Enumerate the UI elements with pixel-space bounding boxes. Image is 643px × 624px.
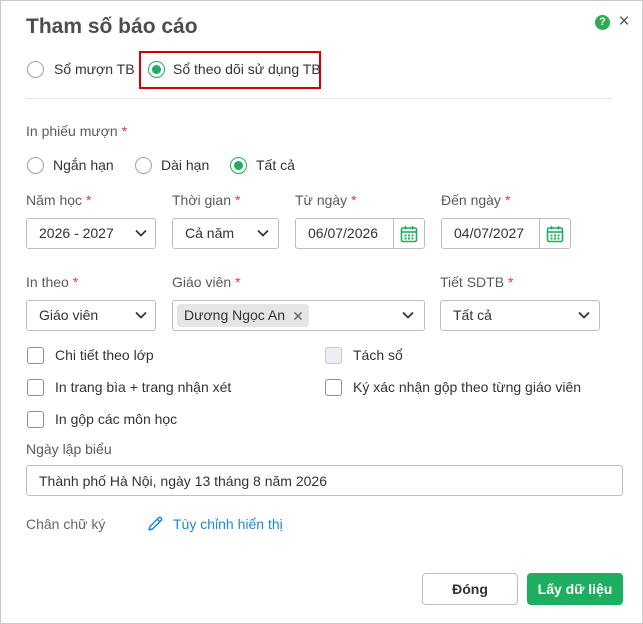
chevron-down-icon <box>402 311 414 319</box>
close-icon[interactable]: × <box>615 12 633 32</box>
customize-display-link[interactable]: Tùy chỉnh hiển thị <box>173 515 283 533</box>
radio-so-muon-tb[interactable] <box>27 61 44 78</box>
print-by-label: In theo * <box>26 273 78 291</box>
lesson-count-label-text: Tiết SDTB <box>440 274 505 290</box>
teacher-chip-label: Dương Ngọc An <box>184 307 286 323</box>
required-mark: * <box>235 274 241 290</box>
checkbox-label-ky-xac-nhan-gop[interactable]: Ký xác nhận gộp theo từng giáo viên <box>353 378 581 396</box>
required-mark: * <box>351 192 357 208</box>
radio-label-dai-han[interactable]: Dài hạn <box>161 156 209 174</box>
to-date-calendar-button[interactable] <box>539 219 570 248</box>
period-select[interactable]: Cả năm <box>172 218 279 249</box>
from-date-calendar-button[interactable] <box>393 219 424 248</box>
print-by-value: Giáo viên <box>39 307 99 323</box>
required-mark: * <box>508 274 514 290</box>
required-mark: * <box>72 274 79 290</box>
chevron-down-icon <box>135 229 147 237</box>
teacher-label: Giáo viên * <box>172 273 241 291</box>
to-date-label: Đến ngày * <box>441 191 510 209</box>
checkbox-chi-tiet-theo-lop[interactable] <box>27 347 44 364</box>
from-date-value: 06/07/2026 <box>308 225 379 241</box>
pencil-icon[interactable] <box>147 515 164 532</box>
report-date-input[interactable] <box>26 465 623 496</box>
print-by-select[interactable]: Giáo viên <box>26 300 156 331</box>
checkbox-in-gop-mon-hoc[interactable] <box>27 411 44 428</box>
radio-label-ngan-han[interactable]: Ngắn hạn <box>53 156 114 174</box>
radio-ngan-han[interactable] <box>27 157 44 174</box>
radio-so-theo-doi-su-dung-tb[interactable] <box>148 61 165 78</box>
checkbox-tach-so[interactable] <box>325 347 342 364</box>
dialog-title: Tham số báo cáo <box>26 15 198 38</box>
chevron-down-icon <box>578 311 590 319</box>
school-year-label: Năm học * <box>26 191 91 209</box>
required-mark: * <box>504 192 511 208</box>
loan-slip-label: In phiếu mượn * <box>26 122 127 140</box>
from-date-label: Từ ngày * <box>295 191 357 209</box>
chevron-down-icon <box>135 311 147 319</box>
report-date-label: Ngày lập biểu <box>26 441 112 457</box>
print-by-label-text: In theo <box>26 274 69 290</box>
checkbox-in-trang-bia[interactable] <box>27 379 44 396</box>
school-year-value: 2026 - 2027 <box>39 225 114 241</box>
lesson-count-label: Tiết SDTB * <box>440 273 514 291</box>
period-label-text: Thời gian <box>172 192 231 208</box>
checkbox-ky-xac-nhan-gop[interactable] <box>325 379 342 396</box>
divider <box>26 98 612 99</box>
lesson-count-value: Tất cả <box>453 307 492 323</box>
checkbox-label-in-trang-bia[interactable]: In trang bìa + trang nhận xét <box>55 378 231 396</box>
period-value: Cả năm <box>185 225 235 241</box>
to-date-label-text: Đến ngày <box>441 192 501 208</box>
radio-label-so-muon-tb[interactable]: Sổ mượn TB <box>54 60 135 78</box>
lesson-count-select[interactable]: Tất cả <box>440 300 600 331</box>
radio-label-so-theo-doi-su-dung-tb[interactable]: Sổ theo dõi sử dụng TB <box>173 60 321 78</box>
checkbox-label-chi-tiet-theo-lop[interactable]: Chi tiết theo lớp <box>55 346 154 364</box>
loan-slip-label-text: In phiếu mượn <box>26 123 118 139</box>
from-date-label-text: Từ ngày <box>295 192 348 208</box>
signature-label: Chân chữ ký <box>26 516 106 532</box>
required-mark: * <box>86 192 92 208</box>
close-button[interactable]: Đóng <box>422 573 518 605</box>
required-mark: * <box>235 192 241 208</box>
calendar-icon <box>546 225 564 242</box>
required-mark: * <box>121 123 128 139</box>
school-year-label-text: Năm học <box>26 192 83 208</box>
teacher-multiselect[interactable]: Dương Ngọc An <box>172 300 425 331</box>
teacher-chip: Dương Ngọc An <box>177 304 310 327</box>
to-date-value: 04/07/2027 <box>454 225 525 241</box>
teacher-label-text: Giáo viên <box>172 274 232 290</box>
period-label: Thời gian * <box>172 191 240 209</box>
report-parameters-dialog: Tham số báo cáo ? × Sổ mượn TB Sổ theo d… <box>0 0 643 624</box>
chevron-down-icon <box>257 229 269 237</box>
school-year-select[interactable]: 2026 - 2027 <box>26 218 156 249</box>
calendar-icon <box>400 225 418 242</box>
checkbox-label-in-gop-mon-hoc[interactable]: In gộp các môn học <box>55 410 177 428</box>
checkbox-label-tach-so[interactable]: Tách sổ <box>353 346 403 364</box>
from-date-input[interactable]: 06/07/2026 <box>295 218 425 249</box>
to-date-input[interactable]: 04/07/2027 <box>441 218 571 249</box>
radio-tat-ca[interactable] <box>230 157 247 174</box>
radio-label-tat-ca[interactable]: Tất cả <box>256 156 295 174</box>
help-icon[interactable]: ? <box>595 15 610 30</box>
radio-dai-han[interactable] <box>135 157 152 174</box>
close-icon[interactable] <box>293 311 303 321</box>
get-data-button[interactable]: Lấy dữ liệu <box>527 573 623 605</box>
